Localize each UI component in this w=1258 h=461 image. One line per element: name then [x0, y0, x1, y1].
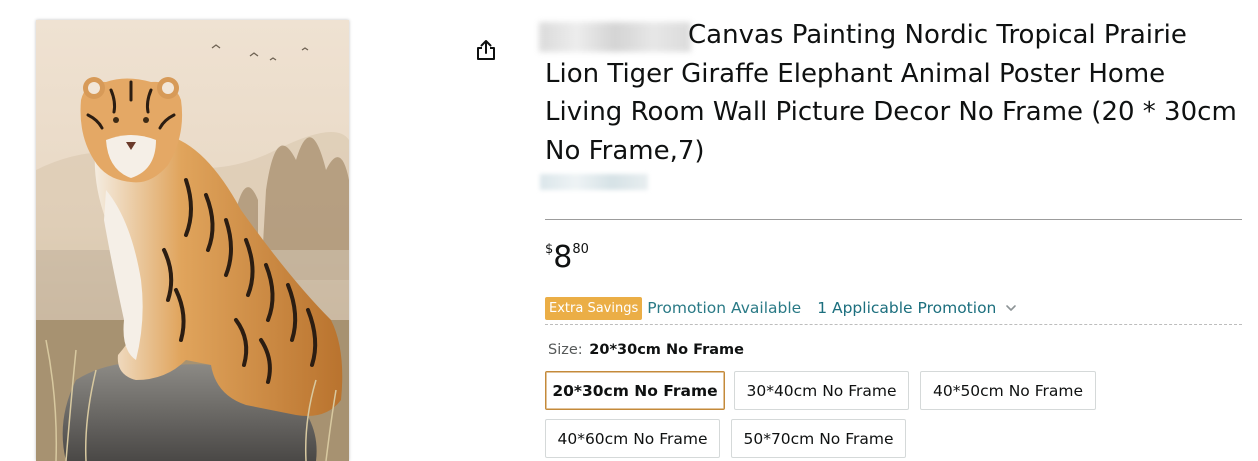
- size-option-40x60[interactable]: 40*60cm No Frame: [545, 419, 720, 458]
- dashed-divider: [545, 324, 1242, 325]
- product-title: Canvas Painting Nordic Tropical Prairie …: [545, 20, 1237, 166]
- extra-savings-badge: Extra Savings: [545, 296, 643, 320]
- divider: [545, 219, 1242, 220]
- size-option-label: 40*50cm No Frame: [932, 381, 1084, 400]
- size-option-label: 20*30cm No Frame: [552, 381, 718, 400]
- size-option-50x70[interactable]: 50*70cm No Frame: [731, 419, 906, 458]
- promotion-available-text: Promotion Available: [647, 299, 802, 317]
- tiger-painting-image: [36, 20, 349, 461]
- promotion-row: Extra Savings Promotion Available 1 Appl…: [545, 296, 1017, 320]
- size-option-label: 40*60cm No Frame: [557, 429, 708, 448]
- size-selected-value: 20*30cm No Frame: [589, 342, 744, 358]
- share-icon[interactable]: [475, 38, 497, 62]
- price: $880: [545, 240, 589, 276]
- size-option-40x50[interactable]: 40*50cm No Frame: [920, 371, 1096, 410]
- size-label: Size: 20*30cm No Frame: [548, 342, 744, 358]
- store-link-redacted[interactable]: [540, 174, 648, 190]
- price-whole: 8: [553, 240, 573, 275]
- price-symbol: $: [545, 242, 554, 257]
- size-option-label: 30*40cm No Frame: [746, 381, 897, 400]
- size-label-text: Size:: [548, 342, 583, 358]
- applicable-promotion-link[interactable]: 1 Applicable Promotion: [817, 299, 996, 317]
- size-option-label: 50*70cm No Frame: [743, 429, 894, 448]
- size-option-20x30[interactable]: 20*30cm No Frame: [545, 371, 725, 410]
- chevron-down-icon[interactable]: [1005, 302, 1017, 314]
- size-option-30x40[interactable]: 30*40cm No Frame: [734, 371, 909, 410]
- title-area: Canvas Painting Nordic Tropical Prairie …: [539, 16, 1245, 170]
- price-fraction: 80: [572, 242, 589, 257]
- product-image[interactable]: [36, 20, 349, 461]
